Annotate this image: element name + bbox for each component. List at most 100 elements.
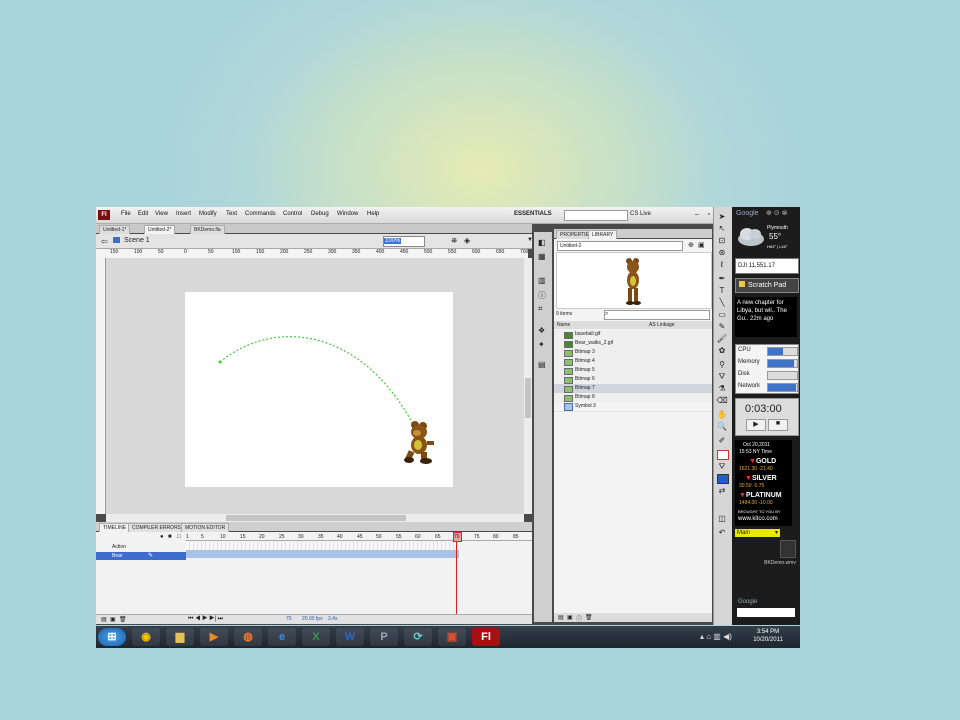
3d-rotation-icon[interactable]: ⊛ (716, 248, 728, 258)
brush-tool-icon[interactable]: 🖌 (716, 334, 728, 344)
start-button-icon[interactable]: ⊞ (98, 628, 126, 646)
ie-icon[interactable]: e (268, 628, 296, 646)
eraser-icon[interactable]: ⌫ (716, 396, 728, 406)
cs-live-button[interactable]: CS Live (630, 211, 651, 217)
library-icon[interactable]: ▤ (538, 360, 546, 369)
swatches-icon[interactable]: ▦ (538, 252, 546, 261)
scratch-pad-gadget[interactable]: Scratch Pad (735, 278, 799, 293)
stroke-swatch[interactable] (717, 450, 729, 460)
stage-horizontal-scrollbar[interactable] (106, 514, 524, 522)
info-icon[interactable]: ⓘ (538, 290, 546, 301)
tab-untitled-1[interactable]: Untitled-1* (99, 225, 131, 234)
delete-icon[interactable]: 🗑 (585, 614, 593, 621)
news-gadget[interactable]: A new chapter for Libya, but wil.. The G… (735, 297, 797, 337)
deco-tool-icon[interactable]: ✿ (716, 346, 728, 356)
new-library-icon[interactable]: ▣ (698, 241, 705, 249)
library-item[interactable]: Symbol 3 (554, 402, 712, 412)
play-button[interactable]: ▶ (746, 419, 766, 431)
tab-library[interactable]: LIBRARY (588, 230, 618, 239)
menu-view[interactable]: View (155, 211, 168, 217)
layer-bear[interactable]: Bear ✎ (96, 552, 186, 560)
hand-tool-icon[interactable]: ✋ (716, 410, 728, 420)
stroke-color-icon[interactable]: ✐ (716, 436, 728, 446)
media-player-icon[interactable]: ▶ (200, 628, 228, 646)
playback-controls-icon[interactable]: ⏮ ◀ ▶ ▶| ⏭ (188, 616, 223, 623)
pencil-tool-icon[interactable]: ✎ (716, 322, 728, 332)
column-linkage[interactable]: AS Linkage (649, 321, 675, 329)
gadget-controls-icon[interactable]: ⊕ ⊙ ⊗ (766, 209, 788, 217)
pin-icon[interactable]: ⊕ (688, 241, 694, 249)
minimize-icon[interactable]: – (692, 210, 702, 219)
firefox-icon[interactable]: ◍ (234, 628, 262, 646)
bear-sprite-icon[interactable] (403, 419, 437, 465)
excel-icon[interactable]: X (302, 628, 330, 646)
free-transform-icon[interactable]: ⊡ (716, 236, 728, 246)
menu-debug[interactable]: Debug (311, 211, 329, 217)
smooth-icon[interactable]: ↶ (716, 528, 728, 538)
new-folder-icon[interactable]: ▣ (567, 614, 573, 621)
snap-icon[interactable]: ◫ (716, 514, 728, 524)
tray-icons[interactable]: ▴ ⌂ ▥ ◀) (700, 632, 732, 641)
subselection-tool-icon[interactable]: ↖ (716, 224, 728, 234)
tab-timeline[interactable]: TIMELINE (99, 523, 131, 532)
transform-icon[interactable]: ⌗ (538, 304, 543, 314)
color-panel-icon[interactable]: ◧ (538, 238, 546, 247)
components-icon[interactable]: ❖ (538, 326, 545, 335)
menu-insert[interactable]: Insert (176, 211, 191, 217)
menu-text[interactable]: Text (226, 211, 237, 217)
library-document-select[interactable]: Untitled-2 (557, 241, 683, 251)
menu-control[interactable]: Control (283, 211, 302, 217)
delete-icon[interactable]: 🗑 (119, 616, 127, 623)
new-symbol-icon[interactable]: ▤ (558, 614, 564, 621)
chevron-down-icon[interactable]: ▼ (527, 237, 533, 243)
outline-icon[interactable]: □ (177, 534, 181, 540)
workspace-switcher[interactable]: ESSENTIALS (514, 211, 552, 217)
explorer-folder-icon[interactable]: ▆ (166, 628, 194, 646)
scroll-thumb[interactable] (226, 515, 406, 521)
menu-modify[interactable]: Modify (199, 211, 217, 217)
eye-icon[interactable]: ● (160, 534, 164, 540)
kitco-gadget[interactable]: Oct 20,2011 15:53 NY Time ▼GOLD 1621.30 … (735, 440, 792, 526)
camtasia-icon[interactable]: ▣ (438, 628, 466, 646)
column-name[interactable]: Name (557, 321, 570, 329)
line-tool-icon[interactable]: ╲ (716, 298, 728, 308)
main-select[interactable]: Main ▾ (735, 529, 780, 537)
stage-canvas[interactable] (185, 292, 453, 487)
tab-compiler-errors[interactable]: COMPILER ERRORS (128, 523, 185, 532)
zoom-select[interactable]: 100% (383, 236, 425, 247)
playhead[interactable] (456, 532, 457, 614)
tween-span[interactable] (186, 550, 459, 558)
swap-colors-icon[interactable]: ⇄ (716, 486, 728, 496)
back-arrow-icon[interactable]: ⇦ (101, 237, 108, 246)
menu-commands[interactable]: Commands (245, 211, 276, 217)
library-search-input[interactable]: ⌕ (604, 310, 710, 320)
google-search-input[interactable] (737, 608, 795, 617)
help-search-input[interactable] (564, 210, 628, 221)
fill-color-icon[interactable]: ⛛ (716, 462, 728, 472)
motion-presets-icon[interactable]: ✦ (538, 340, 545, 349)
text-tool-icon[interactable]: T (716, 286, 728, 296)
stop-button[interactable]: ■ (768, 419, 788, 431)
menu-edit[interactable]: Edit (138, 211, 148, 217)
word-icon[interactable]: W (336, 628, 364, 646)
system-clock[interactable]: 3:54 PM 10/20/2011 (738, 628, 798, 644)
weather-gadget[interactable]: Plymouth 55° H63° | L45° (735, 223, 797, 255)
eyedropper-icon[interactable]: ⚗ (716, 384, 728, 394)
chrome-icon[interactable]: ◉ (132, 628, 160, 646)
menu-help[interactable]: Help (367, 211, 379, 217)
fill-swatch[interactable] (717, 474, 729, 484)
bone-tool-icon[interactable]: ⚲ (716, 360, 728, 370)
menu-file[interactable]: File (121, 211, 131, 217)
flash-taskbar-icon[interactable]: Fl (472, 628, 500, 646)
scroll-thumb[interactable] (525, 378, 531, 418)
stock-ticker[interactable]: DJI 11,551.17 (735, 258, 799, 274)
pen-tool-icon[interactable]: ✒ (716, 274, 728, 284)
video-file-icon[interactable] (780, 540, 796, 558)
edit-symbol-icon[interactable]: ◈ (464, 236, 470, 245)
update-icon[interactable]: ⟳ (404, 628, 432, 646)
tab-bkdemo[interactable]: BKDemo.fla (190, 225, 225, 234)
publisher-icon[interactable]: P (370, 628, 398, 646)
lasso-icon[interactable]: ℓ (716, 260, 728, 270)
selection-tool-icon[interactable]: ➤ (716, 212, 728, 222)
menu-window[interactable]: Window (337, 211, 358, 217)
